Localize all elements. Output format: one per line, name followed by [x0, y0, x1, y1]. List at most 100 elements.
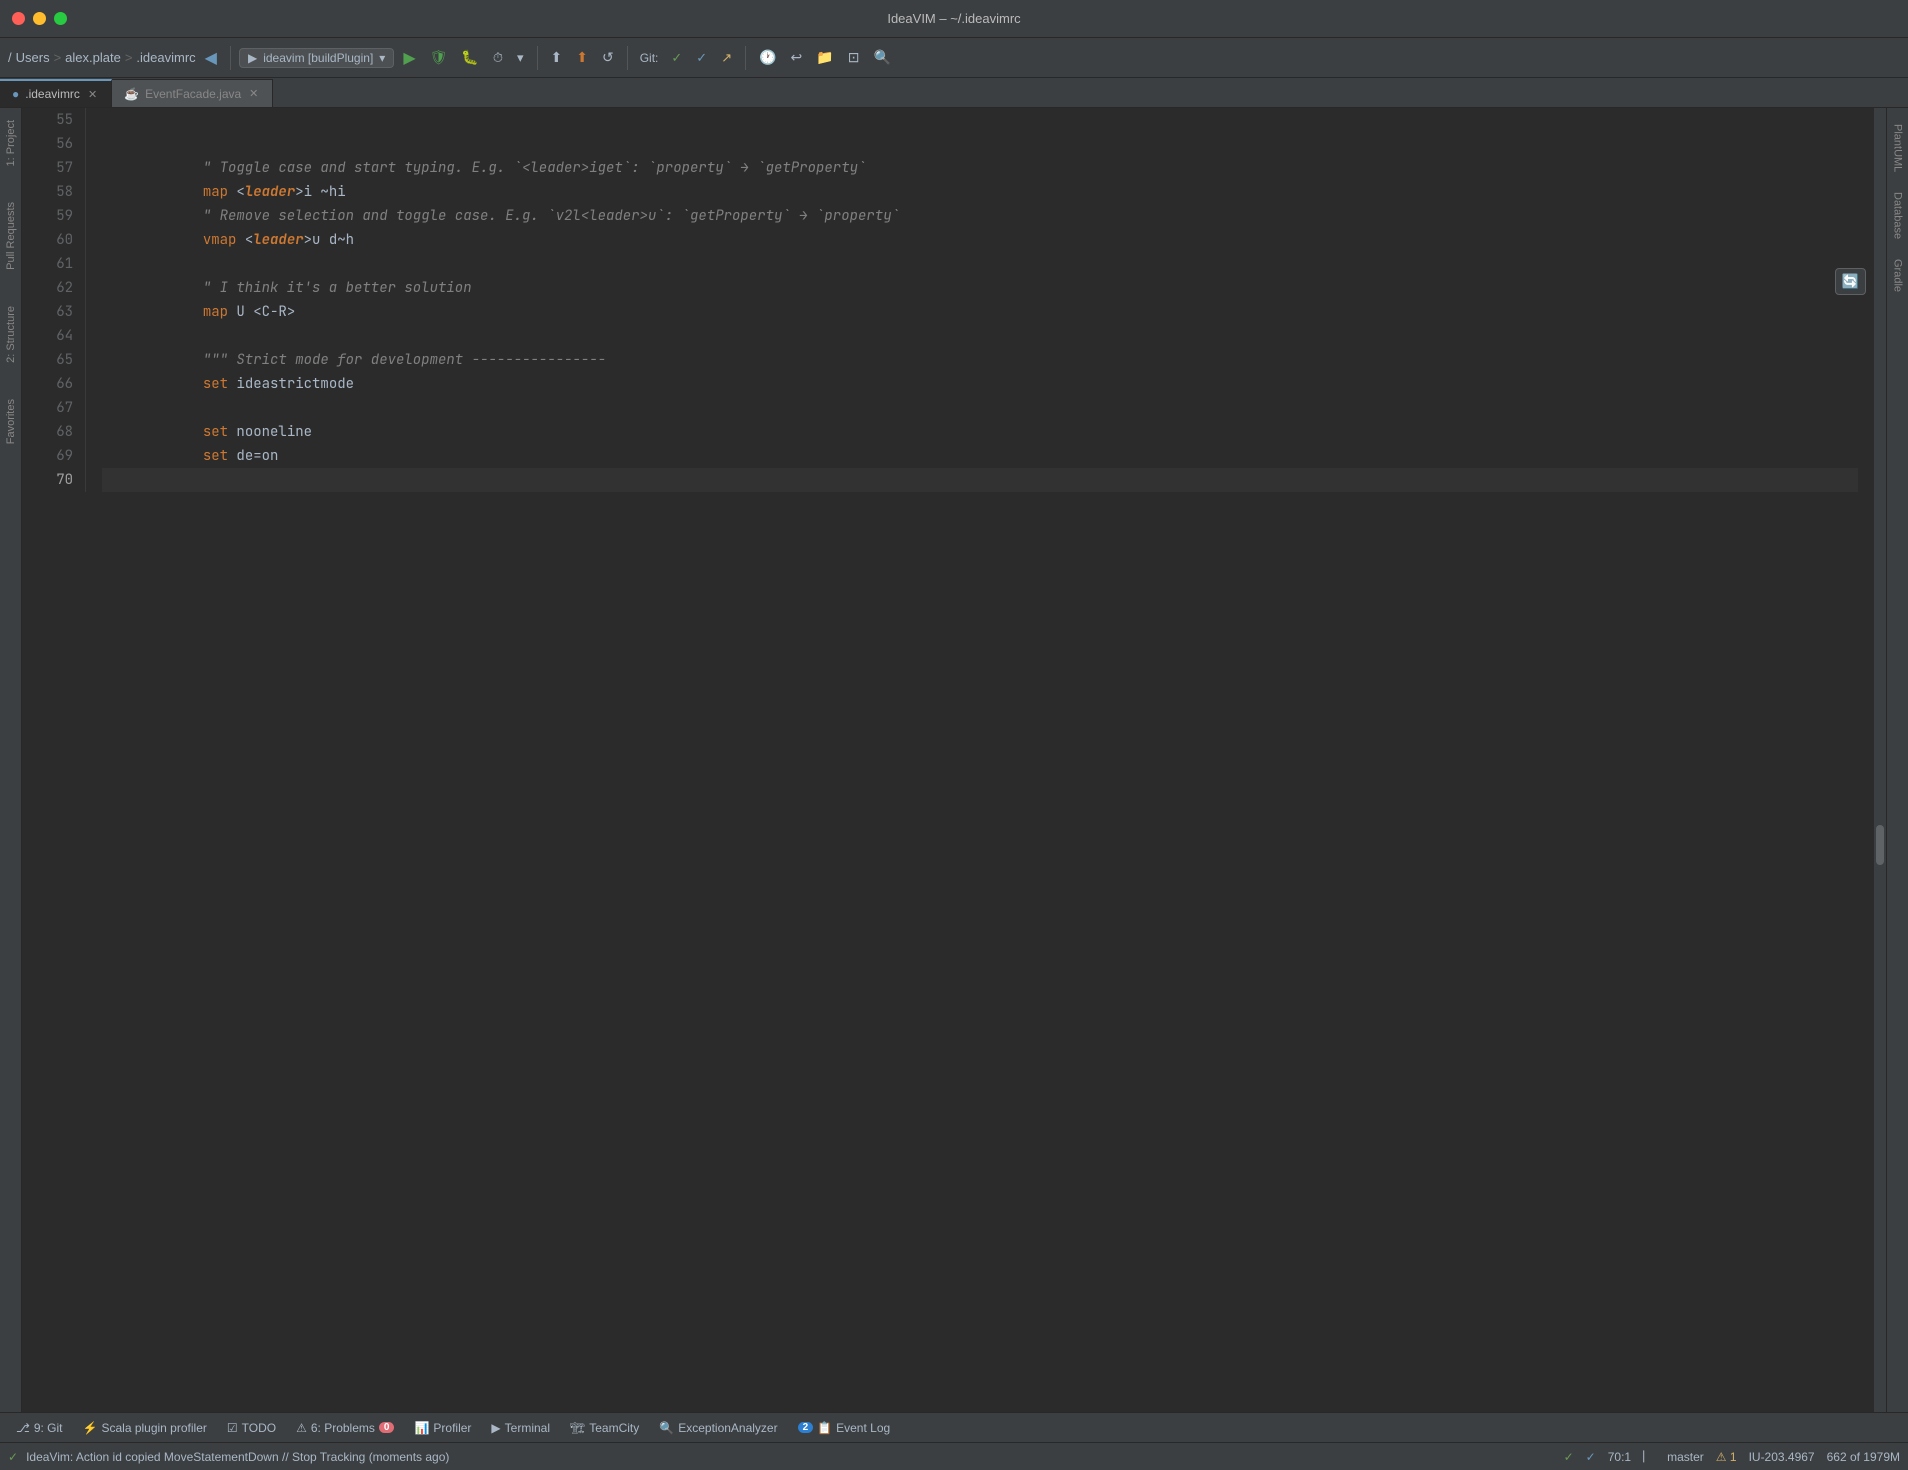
breadcrumb-filename[interactable]: .ideavimrc — [136, 50, 195, 65]
exception-icon: 🔍 — [659, 1421, 674, 1435]
tool-problems[interactable]: ⚠ 6: Problems 0 — [288, 1419, 402, 1437]
tabs-bar: ● .ideavimrc ✕ ☕ EventFacade.java ✕ — [0, 78, 1908, 108]
eventlog-badge: 2 — [798, 1422, 814, 1433]
editor-area[interactable]: 55 56 57 58 59 60 61 62 63 64 65 66 67 6… — [22, 108, 1886, 1412]
code-line-64: """ Strict mode for development --------… — [102, 324, 1858, 348]
status-check-blue[interactable]: ✓ — [1586, 1450, 1596, 1464]
profiler-icon: 📊 — [414, 1421, 429, 1435]
layout-button[interactable]: ⊡ — [843, 46, 865, 69]
tool-profiler-label: Profiler — [433, 1421, 471, 1435]
left-sidebar: 1: Project Pull Requests 2: Structure Fa… — [0, 108, 22, 1412]
run-button[interactable]: ▶ — [398, 45, 420, 71]
run-dropdown[interactable]: ▾ — [512, 47, 529, 69]
tool-scala-profiler[interactable]: ⚡ Scala plugin profiler — [75, 1419, 215, 1437]
toolbar-sep3 — [627, 46, 628, 70]
tool-event-log[interactable]: 2 📋 Event Log — [790, 1419, 899, 1437]
vcs-revert[interactable]: ↺ — [597, 46, 619, 69]
java-icon: ☕ — [124, 87, 139, 101]
code-line-60 — [102, 228, 1858, 252]
run-config[interactable]: ▶ ideavim [buildPlugin] ▾ — [239, 48, 394, 68]
code-line-61: " I think it's a better solution — [102, 252, 1858, 276]
breadcrumb-sep2: > — [125, 50, 133, 65]
back-button[interactable]: ◀ — [200, 45, 222, 71]
tool-exception-analyzer[interactable]: 🔍 ExceptionAnalyzer — [651, 1419, 785, 1437]
code-line-68: set de=on — [102, 420, 1858, 444]
status-check-green[interactable]: ✓ — [1564, 1450, 1574, 1464]
tool-exception-label: ExceptionAnalyzer — [678, 1421, 777, 1435]
vcs-update[interactable]: ⬆ — [546, 46, 568, 69]
tab-label-eventfacade: EventFacade.java — [145, 87, 241, 101]
git-check1[interactable]: ✓ — [666, 47, 687, 69]
code-lines[interactable]: " Toggle case and start typing. E.g. `<l… — [86, 108, 1874, 492]
breadcrumb-users[interactable]: Users — [16, 50, 50, 65]
tool-git[interactable]: ⎇ 9: Git — [8, 1419, 71, 1437]
right-panel-database[interactable]: Database — [1888, 184, 1908, 247]
undo-button[interactable]: ↩ — [786, 46, 808, 69]
tool-profiler[interactable]: 📊 Profiler — [406, 1419, 479, 1437]
debug-button[interactable]: 🐛 — [456, 46, 483, 69]
tool-scala-label: Scala plugin profiler — [101, 1421, 206, 1435]
run-config-label: ideavim [buildPlugin] — [263, 51, 373, 65]
minimize-button[interactable] — [33, 12, 46, 25]
tab-close-eventfacade[interactable]: ✕ — [247, 86, 260, 101]
todo-icon: ☑ — [227, 1421, 238, 1435]
problems-icon: ⚠ — [296, 1421, 307, 1435]
tool-eventlog-label: Event Log — [836, 1421, 890, 1435]
profile-button[interactable]: ⏱ — [488, 47, 508, 69]
tool-git-label: 9: Git — [34, 1421, 63, 1435]
maximize-button[interactable] — [54, 12, 67, 25]
tool-todo-label: TODO — [242, 1421, 276, 1435]
window-title: IdeaVIM – ~/.ideavimrc — [887, 11, 1020, 26]
vim-icon: ● — [12, 87, 19, 101]
scrollbar-thumb[interactable] — [1876, 825, 1884, 865]
bottom-tool-bar: ⎇ 9: Git ⚡ Scala plugin profiler ☑ TODO … — [0, 1412, 1908, 1442]
close-button[interactable] — [12, 12, 25, 25]
tool-todo[interactable]: ☑ TODO — [219, 1419, 284, 1437]
refresh-button[interactable]: 🔄 — [1835, 268, 1866, 295]
git-arrow[interactable]: ↗ — [716, 47, 737, 69]
status-branch[interactable]: master — [1667, 1450, 1704, 1464]
history-button[interactable]: 🕐 — [754, 46, 781, 69]
status-position[interactable]: 70:1 — [1608, 1450, 1631, 1464]
tool-problems-label: 6: Problems — [311, 1421, 375, 1435]
tab-label-ideavimrc: .ideavimrc — [25, 87, 80, 101]
toolbar-sep2 — [537, 46, 538, 70]
vcs-push[interactable]: ⬆ — [571, 46, 593, 69]
file-manager[interactable]: 📁 — [811, 46, 838, 69]
run-with-coverage[interactable]: 🛡 — [425, 46, 453, 69]
run-config-dropdown[interactable]: ▾ — [379, 51, 385, 65]
editor-scrollbar[interactable] — [1874, 108, 1886, 1412]
line-numbers: 55 56 57 58 59 60 61 62 63 64 65 66 67 6… — [22, 108, 86, 492]
main-toolbar: / Users > alex.plate > .ideavimrc ◀ ▶ id… — [0, 38, 1908, 78]
sidebar-item-project[interactable]: 1: Project — [1, 112, 21, 174]
code-line-70 — [102, 468, 1858, 492]
status-warning[interactable]: ⚠ 1 — [1716, 1450, 1737, 1464]
sidebar-item-pull-requests[interactable]: Pull Requests — [1, 194, 21, 278]
code-line-63 — [102, 300, 1858, 324]
git-icon: ⎇ — [16, 1421, 30, 1435]
search-button[interactable]: 🔍 — [868, 46, 895, 69]
window-controls[interactable] — [12, 12, 67, 25]
breadcrumb-username[interactable]: alex.plate — [65, 50, 121, 65]
tool-teamcity-label: TeamCity — [589, 1421, 639, 1435]
code-line-67: set nooneline — [102, 396, 1858, 420]
right-panel-gradle[interactable]: Gradle — [1888, 251, 1908, 300]
line-separator-icon: ⎸ — [1643, 1449, 1655, 1464]
tool-teamcity[interactable]: 🏗 TeamCity — [562, 1419, 647, 1437]
sidebar-item-favorites[interactable]: Favorites — [1, 391, 21, 452]
breadcrumb: / Users > alex.plate > .ideavimrc — [8, 50, 196, 65]
tab-ideavimrc[interactable]: ● .ideavimrc ✕ — [0, 79, 112, 107]
code-line-66 — [102, 372, 1858, 396]
status-ide-version: IU-203.4967 — [1749, 1450, 1815, 1464]
tool-terminal[interactable]: ▶ Terminal — [483, 1419, 558, 1437]
git-check2[interactable]: ✓ — [691, 47, 712, 69]
tab-eventfacade[interactable]: ☕ EventFacade.java ✕ — [112, 79, 273, 107]
memory-indicator[interactable]: 662 of 1979M — [1827, 1450, 1900, 1464]
terminal-icon: ▶ — [491, 1421, 500, 1435]
tool-terminal-label: Terminal — [505, 1421, 550, 1435]
right-panel-plantuml[interactable]: PlantUML — [1888, 116, 1908, 180]
code-line-69 — [102, 444, 1858, 468]
right-panels: PlantUML Database Gradle — [1886, 108, 1908, 1412]
sidebar-item-structure[interactable]: 2: Structure — [1, 298, 21, 371]
tab-close-ideavimrc[interactable]: ✕ — [86, 87, 99, 102]
